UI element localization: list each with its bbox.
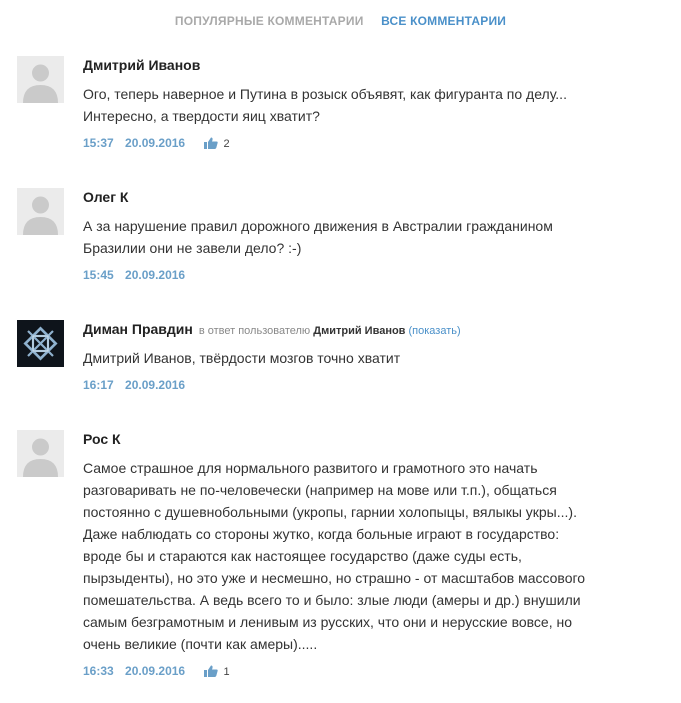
comment-author[interactable]: Дмитрий Иванов [83,57,200,73]
default-user-icon [23,64,58,103]
comment-author[interactable]: Рос К [83,431,121,447]
comment-date: 20.09.2016 [125,136,186,150]
celtic-knot-avatar-icon [17,320,64,367]
comment-meta: 15:37 20.09.2016 2 [83,134,663,152]
like-button[interactable]: 2 [204,135,230,153]
reply-info: в ответ пользователю Дмитрий Иванов (пок… [198,325,461,337]
avatar[interactable] [17,320,64,367]
comment-author[interactable]: Диман Правдин [83,321,193,337]
comment-author[interactable]: Олег К [83,189,128,205]
like-count: 1 [223,666,230,678]
comment-time: 15:37 [83,136,114,150]
comment-date: 20.09.2016 [125,268,186,282]
thumbs-up-icon [204,665,219,677]
comment-meta: 16:17 20.09.2016 [83,376,663,394]
like-count: 2 [223,138,230,150]
reply-to-author[interactable]: Дмитрий Иванов [313,325,405,337]
avatar[interactable] [17,56,64,103]
comment-text: А за нарушение правил дорожного движения… [83,218,553,256]
comment-text: Дмитрий Иванов, твёрдости мозгов точно х… [83,350,401,366]
comment-text: Ого, теперь наверное и Путина в розыск о… [83,86,567,124]
like-button[interactable]: 1 [204,663,230,681]
comment-date: 20.09.2016 [125,664,186,678]
show-parent-link[interactable]: (показать) [409,325,461,337]
comment-time: 15:45 [83,268,114,282]
comment-text: Самое страшное для нормального развитого… [83,460,586,652]
comment-time: 16:17 [83,378,114,392]
comment-meta: 16:33 20.09.2016 1 [83,662,663,680]
avatar[interactable] [17,188,64,235]
comment-tabs: ПОПУЛЯРНЫЕ КОММЕНТАРИИ ВСЕ КОММЕНТАРИИ [0,14,681,28]
comment-time: 16:33 [83,664,114,678]
tab-popular-comments[interactable]: ПОПУЛЯРНЫЕ КОММЕНТАРИИ [175,14,364,28]
default-user-icon [23,196,58,235]
tab-all-comments[interactable]: ВСЕ КОММЕНТАРИИ [381,14,506,28]
comment-meta: 15:45 20.09.2016 [83,266,663,284]
comment-date: 20.09.2016 [125,378,186,392]
avatar[interactable] [17,430,64,477]
thumbs-up-icon [204,137,219,149]
default-user-icon [23,438,58,477]
